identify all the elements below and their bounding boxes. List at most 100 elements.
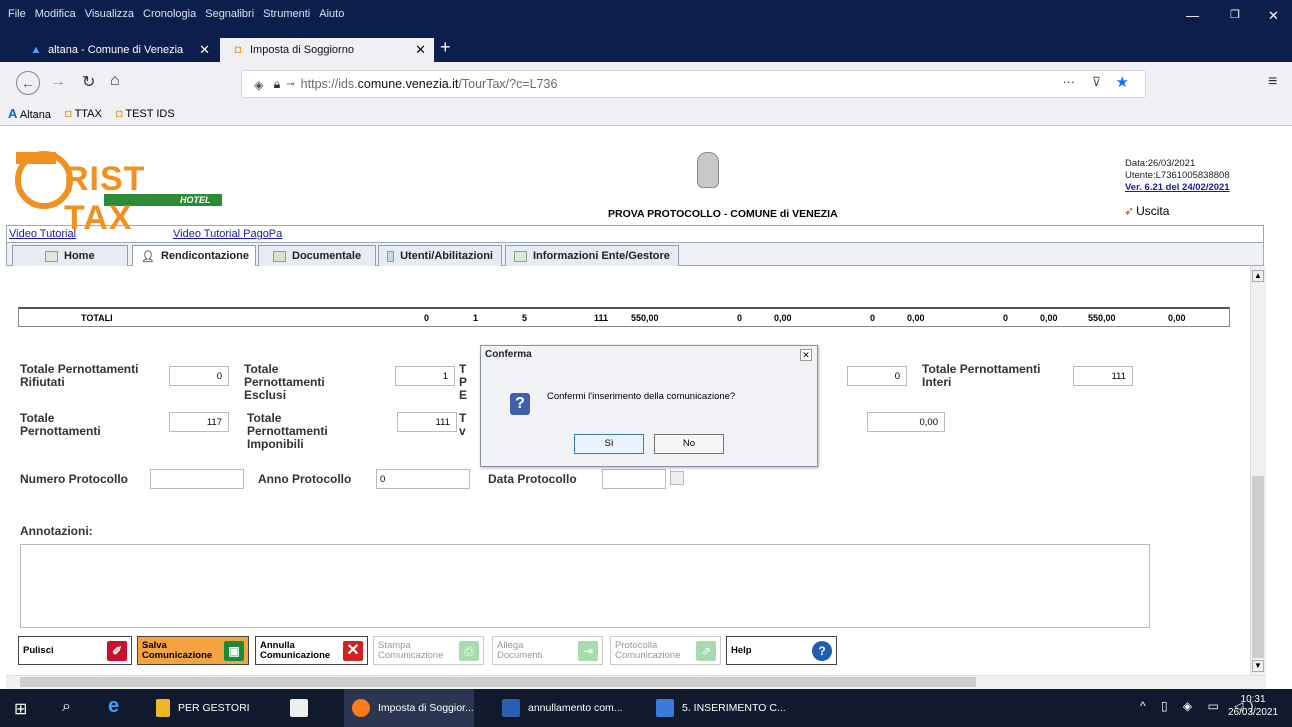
help-button[interactable]: Help ? <box>726 636 837 665</box>
document-icon <box>656 699 674 717</box>
menu-aiuto[interactable]: Aiuto <box>319 8 344 20</box>
tab-informazioni[interactable]: Informazioni Ente/Gestore <box>505 245 679 266</box>
taskbar-item-gestori[interactable]: PER GESTORI <box>156 689 250 727</box>
cancel-icon: ✕ <box>343 641 363 661</box>
esclusi-field[interactable]: 1 <box>395 366 455 386</box>
scroll-down-icon[interactable]: ▼ <box>1252 660 1264 672</box>
totals-cell: 0,00 <box>774 312 792 323</box>
url-bar[interactable]: ◈ 🔒︎ ⊸ https://ids. comune.venezia.it/Tou… <box>241 70 1146 98</box>
windows-start-icon[interactable]: ⊞ <box>14 699 27 719</box>
video-pagopa-link[interactable]: Video Tutorial PagoPa <box>173 228 282 240</box>
menu-visualizza[interactable]: Visualizza <box>85 8 134 20</box>
tourist-tax-logo: RIST TAX HOTEL <box>14 150 224 237</box>
back-icon[interactable]: ← <box>16 71 40 95</box>
info-tab-icon <box>514 250 527 262</box>
dialog-message: Confermi l'inserimento della comunicazio… <box>547 391 736 402</box>
data-protocollo-field[interactable] <box>602 469 666 489</box>
dialog-close-icon[interactable]: ✕ <box>800 349 812 361</box>
help-icon: ? <box>812 641 832 661</box>
menu-strumenti[interactable]: Strumenti <box>263 8 310 20</box>
video-links-row: Video Tutorial Video Tutorial PagoPa <box>6 225 1264 242</box>
bookmark-ttax[interactable]: ◘ TTAX <box>65 108 102 120</box>
version-link[interactable]: Ver. 6.21 del 24/02/2021 <box>1125 182 1230 194</box>
hidden-value-field[interactable]: 0 <box>847 366 907 386</box>
video-tutorial-link[interactable]: Video Tutorial <box>9 228 76 240</box>
word-icon <box>502 699 520 717</box>
menu-file[interactable]: File <box>8 8 26 20</box>
logout-link[interactable]: ➶ Uscita <box>1124 204 1169 218</box>
attach-icon: ⇥ <box>578 641 598 661</box>
interi-field[interactable]: 111 <box>1073 366 1133 386</box>
menu-modifica[interactable]: Modifica <box>35 8 76 20</box>
numero-protocollo-field[interactable] <box>150 469 244 489</box>
close-tab-icon[interactable]: ✕ <box>415 42 426 58</box>
pocket-icon[interactable]: ⊽ <box>1092 74 1101 89</box>
menu-segnalibri[interactable]: Segnalibri <box>205 8 254 20</box>
rifiutati-label: Totale Pernottamenti Rifiutati <box>20 362 139 389</box>
new-tab-icon[interactable]: + <box>440 37 451 58</box>
taskbar-item-doc[interactable]: 5. INSERIMENTO C... <box>656 689 786 727</box>
anno-protocollo-field[interactable]: 0 <box>376 469 470 489</box>
reload-icon[interactable]: ↻ <box>82 72 95 92</box>
horizontal-scroll-thumb[interactable] <box>20 677 976 687</box>
vertical-scroll-thumb[interactable] <box>1252 476 1264 658</box>
url-domain: comune.venezia.it <box>357 77 459 91</box>
imponibili-field[interactable]: 111 <box>397 412 457 432</box>
minimize-icon[interactable]: — <box>1186 8 1199 23</box>
tab-imposta[interactable]: ◘ Imposta di Soggiorno ✕ <box>220 38 434 62</box>
totals-cell: 0,00 <box>1040 312 1058 323</box>
stampa-button[interactable]: Stampa Comunicazione ⎙ <box>373 636 484 665</box>
totals-cell: 0 <box>424 312 430 323</box>
totals-cell: 111 <box>594 312 609 323</box>
ie-icon[interactable]: e <box>108 695 119 718</box>
search-icon[interactable]: ⌕ <box>62 698 71 716</box>
tab-rendicontazione[interactable]: 👤︎ Rendicontazione <box>132 245 256 266</box>
calendar-icon[interactable] <box>670 471 684 485</box>
taskbar-store-icon[interactable] <box>290 689 316 727</box>
tab-home[interactable]: Home <box>12 245 128 266</box>
salva-button[interactable]: Salva Comunicazione ▣ <box>137 636 249 665</box>
bookmark-altana[interactable]: A Altana <box>8 106 51 121</box>
eraser-icon: ✐ <box>107 641 127 661</box>
allega-button[interactable]: Allega Documenti ⇥ <box>492 636 603 665</box>
home-icon[interactable]: ⌂ <box>110 72 120 90</box>
restore-icon[interactable]: ❐ <box>1230 8 1240 21</box>
tab-altana[interactable]: ▲ altana - Comune di Venezia ✕ <box>18 38 218 62</box>
amount-field[interactable]: 0,00 <box>867 412 945 432</box>
hidden-label-t2: Tv <box>459 412 467 438</box>
close-icon[interactable]: ✕ <box>1268 8 1279 24</box>
totals-row: TOTALI 0 1 5 111 550,00 0 0,00 0 0,00 0 … <box>18 307 1230 327</box>
imponibili-label: Totale Pernottamenti Imponibili <box>247 411 328 451</box>
scroll-up-icon[interactable]: ▲ <box>1252 270 1264 282</box>
save-icon: ▣ <box>224 641 244 661</box>
hamburger-menu-icon[interactable]: ≡ <box>1268 73 1277 91</box>
taskbar-item-firefox[interactable]: Imposta di Soggior... <box>344 689 474 727</box>
tab-label: altana - Comune di Venezia <box>48 44 184 56</box>
taskbar-item-word[interactable]: annullamento com... <box>502 689 623 727</box>
tab-utenti[interactable]: Utenti/Abilitazioni <box>378 245 502 266</box>
rifiutati-field[interactable]: 0 <box>169 366 229 386</box>
more-icon[interactable]: ··· <box>1063 75 1076 89</box>
confirm-dialog <box>480 345 818 467</box>
bookmark-test-ids[interactable]: ◘ TEST IDS <box>116 108 175 120</box>
totals-cell: 550,00 <box>631 312 659 323</box>
menu-cronologia[interactable]: Cronologia <box>143 8 196 20</box>
user-info: Data:26/03/2021 Utente:L7361005838808 Ve… <box>1125 158 1230 194</box>
tab-documentale[interactable]: Documentale <box>258 245 376 266</box>
ttax-icon: ◘ <box>234 44 242 56</box>
firefox-icon <box>352 699 370 717</box>
tab-label: Imposta di Soggiorno <box>250 44 354 56</box>
annotazioni-textarea[interactable] <box>20 544 1150 628</box>
pulisci-button[interactable]: Pulisci ✐ <box>18 636 132 665</box>
star-icon[interactable]: ★ <box>1116 73 1129 91</box>
annulla-button[interactable]: Annulla Comunicazione ✕ <box>255 636 368 665</box>
close-tab-icon[interactable]: ✕ <box>199 42 210 58</box>
clock[interactable]: 10:31 26/03/2021 <box>1228 693 1278 719</box>
totale-field[interactable]: 117 <box>169 412 229 432</box>
dialog-no-button[interactable]: No <box>654 434 724 454</box>
forward-icon[interactable]: → <box>50 73 66 91</box>
dialog-yes-button[interactable]: Sì <box>574 434 644 454</box>
dialog-title: Conferma <box>485 349 532 360</box>
protocolla-button[interactable]: Protocolla Comunicazione ⇗ <box>610 636 721 665</box>
annotazioni-label: Annotazioni: <box>20 524 93 538</box>
